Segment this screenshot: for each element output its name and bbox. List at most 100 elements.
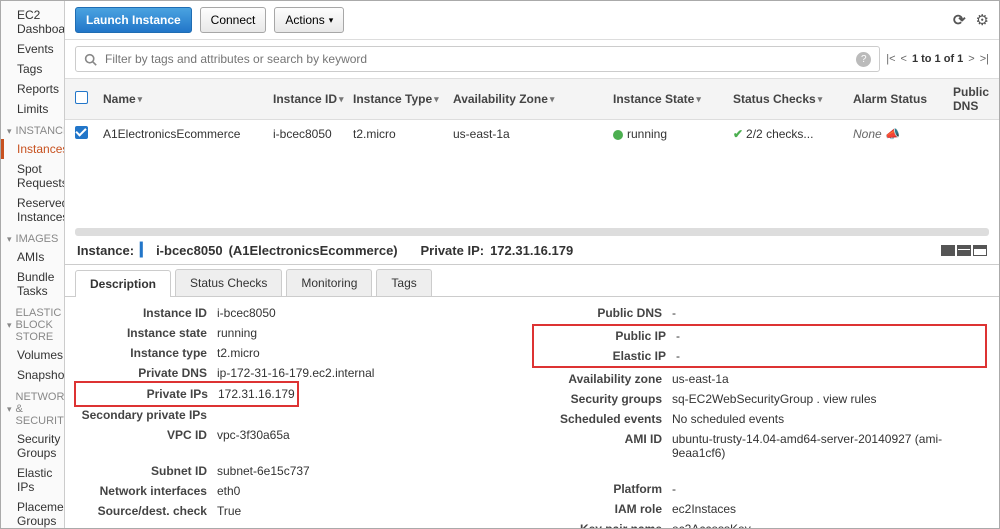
gear-icon[interactable]: ⚙: [976, 11, 989, 29]
kv-key: Public DNS: [532, 306, 672, 320]
kv-row: Private DNSip-172-31-16-179.ec2.internal: [77, 363, 532, 383]
kv-row: Security groupssq-EC2WebSecurityGroup . …: [532, 389, 987, 409]
select-all-checkbox[interactable]: [75, 91, 88, 104]
cell-instance-id: i-bcec8050: [273, 127, 353, 141]
help-icon[interactable]: ?: [856, 52, 871, 67]
tab-status-checks[interactable]: Status Checks: [175, 269, 282, 296]
kv-key: Network interfaces: [77, 484, 217, 498]
col-alarm-status[interactable]: Alarm Status: [853, 92, 953, 106]
table-row[interactable]: A1ElectronicsEcommerce i-bcec8050 t2.mic…: [65, 120, 999, 148]
col-instance-type[interactable]: Instance Type▾: [353, 92, 453, 106]
sidebar-item[interactable]: Snapshots: [1, 365, 64, 385]
kv-value[interactable]: No scheduled events: [672, 412, 987, 426]
sidebar-item[interactable]: Tags: [1, 59, 64, 79]
kv-value[interactable]: sq-EC2WebSecurityGroup . view rules: [672, 392, 987, 406]
cell-instance-type: t2.micro: [353, 127, 453, 141]
kv-value: t2.micro: [217, 346, 532, 360]
sidebar-item[interactable]: Volumes: [1, 345, 64, 365]
kv-key: Private IPs: [78, 387, 218, 401]
actions-button[interactable]: Actions ▾: [274, 7, 344, 33]
kv-key: Source/dest. check: [77, 504, 217, 518]
kv-value: -: [672, 306, 987, 320]
detail-nameparen: (A1ElectronicsEcommerce): [229, 243, 398, 258]
sidebar-item[interactable]: Bundle Tasks: [1, 267, 64, 301]
detail-id[interactable]: i-bcec8050: [156, 243, 223, 258]
kv-row: Instance staterunning: [77, 323, 532, 343]
search-box[interactable]: ?: [75, 46, 880, 72]
kv-row: Public DNS-: [532, 303, 987, 323]
pager-next[interactable]: >: [968, 53, 974, 65]
cell-name: A1ElectronicsEcommerce: [103, 127, 273, 141]
detail-sel: ▎: [140, 242, 150, 258]
sidebar-group[interactable]: IMAGES: [1, 227, 64, 247]
layout-full-icon[interactable]: [941, 245, 955, 256]
kv-row: Key pair nameec2AccessKey: [532, 519, 987, 528]
connect-button[interactable]: Connect: [200, 7, 267, 33]
pager-first[interactable]: |<: [886, 53, 895, 65]
pager-prev[interactable]: <: [901, 53, 907, 65]
toolbar: Launch Instance Connect Actions ▾ ⟳ ⚙: [65, 1, 999, 40]
kv-value: running: [217, 326, 532, 340]
tab-monitoring[interactable]: Monitoring: [286, 269, 372, 296]
search-input[interactable]: [103, 51, 850, 67]
kv-key: Platform: [532, 482, 672, 496]
alarm-icon[interactable]: 📣: [885, 127, 900, 141]
kv-row: IAM roleec2Instaces: [532, 499, 987, 519]
kv-key: IAM role: [532, 502, 672, 516]
kv-value: True: [217, 504, 532, 518]
launch-instance-button[interactable]: Launch Instance: [75, 7, 192, 33]
col-name[interactable]: Name▾: [103, 92, 273, 106]
cell-instance-state: running: [613, 127, 733, 141]
col-availability-zone[interactable]: Availability Zone▾: [453, 92, 613, 106]
col-instance-state[interactable]: Instance State▾: [613, 92, 733, 106]
pager-last[interactable]: >|: [980, 53, 989, 65]
sidebar-item[interactable]: Instances: [1, 139, 64, 159]
layout-min-icon[interactable]: [973, 245, 987, 256]
kv-key: Security groups: [532, 392, 672, 406]
sidebar-item[interactable]: Spot Requests: [1, 159, 64, 193]
detail-pip: 172.31.16.179: [490, 243, 573, 258]
kv-row: Availability zoneus-east-1a: [532, 369, 987, 389]
divider[interactable]: [75, 228, 989, 236]
col-status-checks[interactable]: Status Checks▾: [733, 92, 853, 106]
sidebar-group[interactable]: NETWORK & SECURITY: [1, 385, 64, 429]
detail-body: Instance IDi-bcec8050 Instance staterunni…: [65, 297, 999, 528]
tab-description[interactable]: Description: [75, 270, 171, 297]
row-checkbox[interactable]: [75, 126, 88, 139]
kv-value: i-bcec8050: [217, 306, 532, 320]
col-instance-id[interactable]: Instance ID▾: [273, 92, 353, 106]
sidebar-item[interactable]: Reserved Instances: [1, 193, 64, 227]
sidebar-item[interactable]: Security Groups: [1, 429, 64, 463]
kv-value[interactable]: eth0: [217, 484, 532, 498]
sidebar-item[interactable]: Placement Groups: [1, 497, 64, 528]
kv-key: Instance ID: [77, 306, 217, 320]
kv-key: Secondary private IPs: [77, 408, 217, 422]
pager-range: 1 to 1 of 1: [912, 53, 963, 65]
sidebar-item[interactable]: Reports: [1, 79, 64, 99]
layout-split-icon[interactable]: [957, 245, 971, 256]
sidebar: EC2 DashboardEventsTagsReportsLimits INS…: [1, 1, 65, 528]
kv-key: VPC ID: [77, 428, 217, 442]
col-public-dns[interactable]: Public DNS: [953, 85, 989, 113]
tab-tags[interactable]: Tags: [376, 269, 431, 296]
sidebar-item[interactable]: AMIs: [1, 247, 64, 267]
sidebar-group[interactable]: INSTANCES: [1, 119, 64, 139]
sidebar-item[interactable]: EC2 Dashboard: [1, 5, 64, 39]
check-icon: ✔: [733, 127, 743, 141]
kv-key: Private DNS: [77, 366, 217, 380]
refresh-icon[interactable]: ⟳: [953, 11, 966, 29]
kv-value: 172.31.16.179: [218, 387, 295, 401]
sidebar-item[interactable]: Elastic IPs: [1, 463, 64, 497]
kv-value[interactable]: ubuntu-trusty-14.04-amd64-server-2014092…: [672, 432, 987, 460]
sidebar-group[interactable]: ELASTIC BLOCK STORE: [1, 301, 64, 345]
kv-row: Public IP-: [536, 326, 983, 346]
kv-row: Subnet IDsubnet-6e15c737: [77, 461, 532, 481]
search-row: ? |< < 1 to 1 of 1 > >|: [65, 40, 999, 78]
detail-pip-label: Private IP:: [420, 243, 484, 258]
kv-row: VPC IDvpc-3f30a65a: [77, 425, 532, 445]
sidebar-item[interactable]: Limits: [1, 99, 64, 119]
sidebar-item[interactable]: Events: [1, 39, 64, 59]
kv-value: ec2AccessKey: [672, 522, 987, 528]
actions-label: Actions: [285, 13, 324, 27]
kv-row: Instance typet2.micro: [77, 343, 532, 363]
